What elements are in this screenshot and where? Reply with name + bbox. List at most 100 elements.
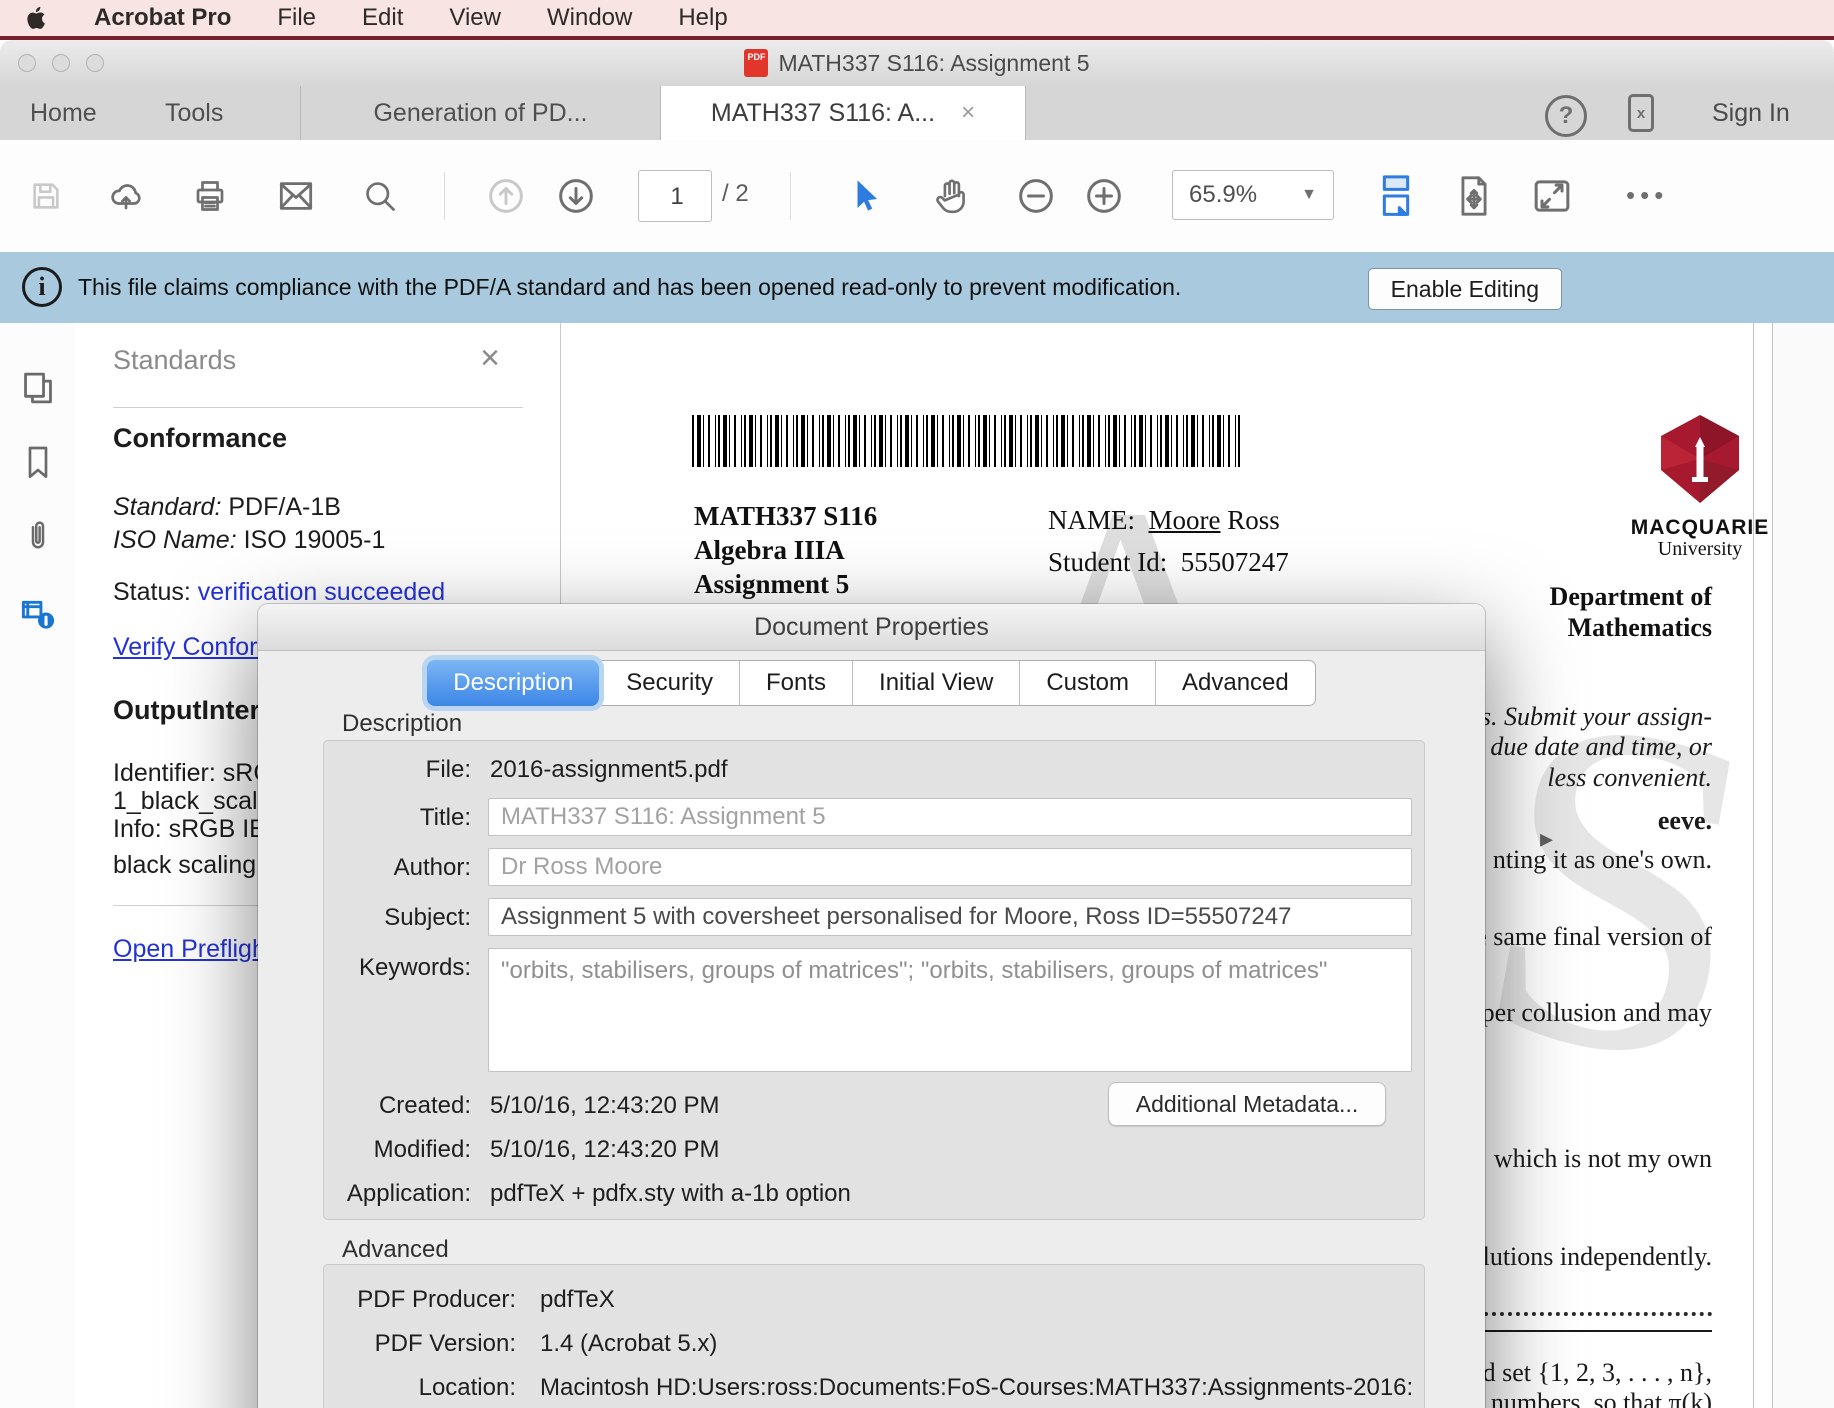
panel-divider [113,905,261,906]
pane-toggle-arrow[interactable]: ▸ [1540,823,1553,854]
subject-input[interactable] [488,898,1412,936]
zoom-level-value: 65.9% [1189,181,1257,209]
doc-tab-generation[interactable]: Generation of PD... [300,86,660,140]
help-icon[interactable]: ? [1545,95,1587,137]
created-label: Created: [298,1092,471,1120]
tab-description[interactable]: Description [427,660,599,706]
identifier-line-4: black scaling [113,851,256,880]
zoom-in-icon[interactable] [1076,168,1132,224]
pdfa-notice-bar: i This file claims compliance with the P… [0,252,1834,323]
author-label: Author: [298,854,471,882]
pdf-version-value: 1.4 (Acrobat 5.x) [540,1330,717,1358]
pdf-version-label: PDF Version: [298,1330,516,1358]
tab-custom[interactable]: Custom [1019,661,1155,705]
file-value: 2016-assignment5.pdf [490,756,728,784]
dialog-titlebar[interactable]: Document Properties [258,604,1485,651]
zoom-level-dropdown[interactable]: 65.9% ▼ [1172,170,1334,220]
identifier-line-3: Info: sRGB IE [113,815,266,844]
fit-width-icon[interactable] [1446,168,1502,224]
course-block: MATH337 S116 Algebra IIIA Assignment 5 [694,499,877,601]
pdf-text-fragment: numbers, so that π(k) [1491,1388,1712,1408]
bookmarks-icon[interactable] [17,441,59,483]
more-tools-icon[interactable]: ••• [1626,180,1668,211]
page-number-box [638,170,712,222]
course-name: Algebra IIIA [694,533,877,567]
subject-label: Subject: [298,904,471,932]
tab-security[interactable]: Security [599,661,739,705]
cloud-upload-icon[interactable] [98,168,154,224]
status-line: Status: verification succeeded [113,578,445,607]
menu-edit[interactable]: Edit [362,4,403,32]
rule-line [1470,1330,1712,1332]
close-tab-icon[interactable]: × [961,99,975,127]
select-tool-icon[interactable] [838,168,894,224]
previous-page-icon[interactable] [478,168,534,224]
pdf-text-fragment: e same final version of [1475,922,1712,952]
tab-home[interactable]: Home [30,86,97,140]
search-icon[interactable] [352,168,408,224]
page-number-input[interactable] [639,171,715,223]
menu-file[interactable]: File [277,4,316,32]
menubar-app-name[interactable]: Acrobat Pro [94,4,231,32]
author-input[interactable] [488,848,1412,886]
sign-in-button[interactable]: Sign In [1712,86,1790,140]
tab-fonts[interactable]: Fonts [739,661,852,705]
macquarie-logo: MACQUARIE University [1620,413,1780,561]
conformance-heading: Conformance [113,423,287,454]
menu-view[interactable]: View [449,4,501,32]
fullscreen-icon[interactable] [1524,168,1580,224]
pdf-producer-label: PDF Producer: [298,1286,516,1314]
application-value: pdfTeX + pdfx.sty with a-1b option [490,1180,851,1208]
additional-metadata-button[interactable]: Additional Metadata... [1108,1082,1386,1126]
zoom-out-icon[interactable] [1008,168,1064,224]
window-title: MATH337 S116: Assignment 5 [778,50,1089,77]
next-page-icon[interactable] [548,168,604,224]
save-icon[interactable] [18,168,74,224]
location-value: Macintosh HD:Users:ross:Documents:FoS-Co… [540,1374,1413,1402]
enable-editing-button[interactable]: Enable Editing [1368,268,1562,310]
apple-menu-icon[interactable] [26,5,48,31]
pdf-text-fragment: nting it as one's own. [1493,845,1712,875]
logo-name: MACQUARIE [1620,516,1780,540]
signature-dotted-line [1484,1312,1712,1316]
assignment-title: Assignment 5 [694,567,877,601]
mobile-device-icon[interactable]: x [1628,94,1654,132]
pdf-text-fragment: s. Submit your assign- [1481,702,1712,732]
advanced-section-label: Advanced [342,1236,449,1264]
created-value: 5/10/16, 12:43:20 PM [490,1092,720,1120]
chevron-down-icon: ▼ [1301,186,1317,204]
logo-subtitle: University [1620,538,1780,561]
email-icon[interactable] [268,168,324,224]
tab-advanced[interactable]: Advanced [1155,661,1315,705]
scrolling-mode-icon[interactable] [1368,168,1424,224]
tab-initial-view[interactable]: Initial View [852,661,1019,705]
standards-panel-icon[interactable] [17,593,59,635]
dialog-tab-control: Description Security Fonts Initial View … [427,660,1316,706]
tab-tools[interactable]: Tools [165,86,223,140]
toolbar-separator [790,172,791,220]
page-thumbnails-icon[interactable] [17,367,59,409]
pdf-text-fragment: lutions independently. [1483,1242,1712,1272]
nav-tabbar: Home Tools Generation of PD... MATH337 S… [0,86,1834,140]
print-icon[interactable] [182,168,238,224]
verify-conformance-link[interactable]: Verify Conform [113,633,278,662]
screen: Acrobat Pro File Edit View Window Help P… [0,0,1834,1408]
hand-tool-icon[interactable] [922,168,978,224]
pdf-text-fragment: red set {1, 2, 3, . . . , n}, [1462,1358,1712,1388]
modified-label: Modified: [298,1136,471,1164]
pdf-producer-value: pdfTeX [540,1286,615,1314]
title-input[interactable] [488,798,1412,836]
doc-tab-math337[interactable]: MATH337 S116: A... × [660,86,1026,140]
menu-window[interactable]: Window [547,4,632,32]
menu-help[interactable]: Help [678,4,727,32]
standards-panel-title: Standards [113,345,236,376]
notice-message: This file claims compliance with the PDF… [78,252,1181,323]
document-properties-dialog: Document Properties Description Security… [258,604,1485,1408]
department-block: Department of Mathematics [1550,581,1712,643]
keywords-input[interactable]: "orbits, stabilisers, groups of matrices… [488,948,1412,1072]
close-panel-icon[interactable]: × [480,341,500,375]
file-label: File: [298,756,471,784]
title-label: Title: [298,804,471,832]
open-preflight-link[interactable]: Open Prefligh [113,935,266,964]
attachments-icon[interactable] [17,515,59,557]
